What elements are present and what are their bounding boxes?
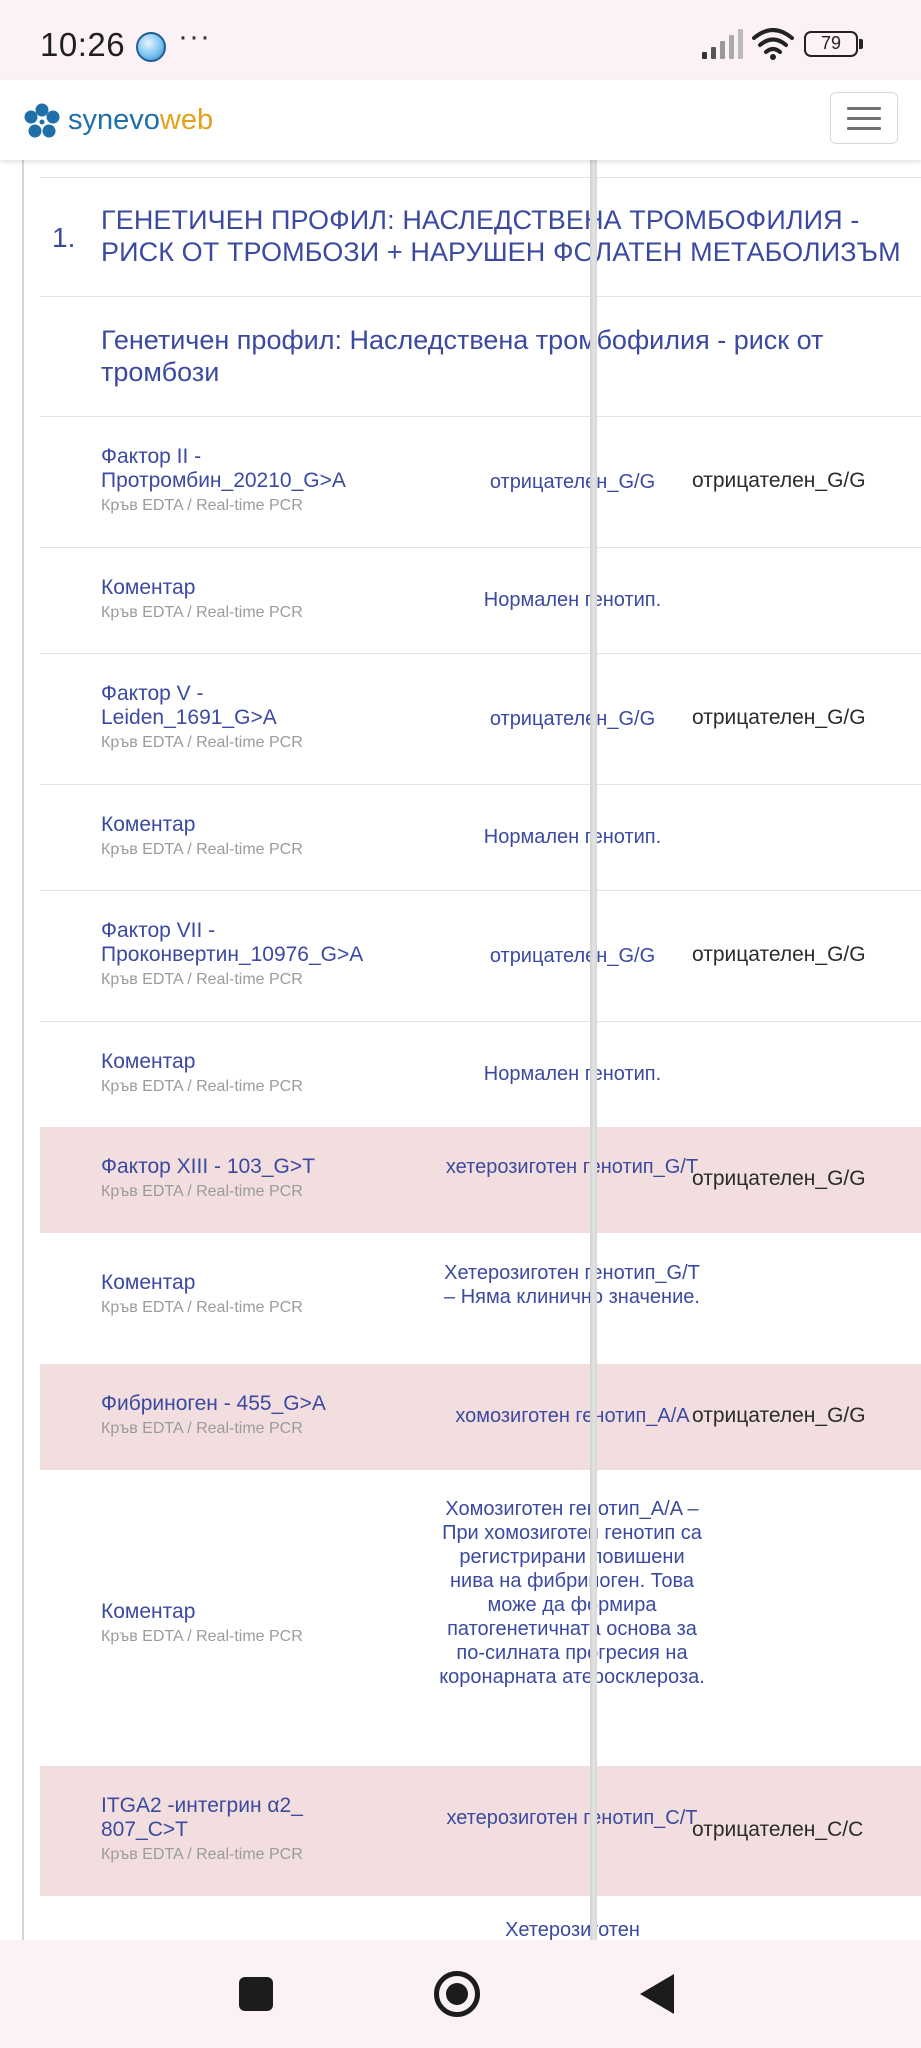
back-triangle-icon[interactable] (640, 1974, 674, 2014)
test-name[interactable]: Фактор XIII - 103_G>T (101, 1155, 381, 1179)
table-row: Фактор V - Leiden_1691_G>A Кръв EDTA / R… (40, 654, 921, 784)
hamburger-menu-icon-line (847, 117, 881, 120)
recents-square-icon[interactable] (239, 1977, 273, 2011)
divider (40, 177, 921, 178)
content-left-border (22, 160, 24, 1940)
test-sample-method: Кръв EDTA / Real-time PCR (101, 841, 303, 858)
test-name[interactable]: Фактор VII - Проконвертин_10976_G>A (101, 919, 381, 967)
test-sample-method: Кръв EDTA / Real-time PCR (101, 1078, 303, 1095)
status-bar: 10:26 ··· 79 (0, 0, 921, 80)
test-name[interactable]: Коментар (101, 1600, 381, 1624)
test-name[interactable]: Фибриноген - 455_G>A (101, 1392, 381, 1416)
test-name[interactable]: Коментар (101, 813, 381, 837)
test-sample-method: Кръв EDTA / Real-time PCR (101, 734, 303, 751)
table-row: Коментар Кръв EDTA / Real-time PCR Хомоз… (40, 1470, 921, 1766)
test-sample-method: Кръв EDTA / Real-time PCR (101, 1846, 303, 1863)
comment-text: Нормален генотип. (483, 1063, 662, 1085)
test-result: хетерозиготен генотип_C/T (446, 1807, 698, 1829)
test-result: хетерозиготен генотип_G/T (445, 1156, 699, 1178)
table-row: Фактор VII - Проконвертин_10976_G>A Кръв… (40, 891, 921, 1021)
divider (40, 296, 921, 297)
comment-text: Нормален генотип. (483, 589, 662, 611)
test-name[interactable]: Фактор II - Протромбин_20210_G>A (101, 445, 381, 493)
wifi-icon (752, 28, 794, 60)
reference-value: отрицателен_C/C (692, 1818, 864, 1841)
logo-text-synevo: synevo (68, 104, 160, 136)
reference-value: отрицателен_G/G (692, 469, 866, 492)
status-time: 10:26 (40, 26, 126, 63)
test-name[interactable]: Фактор V - Leiden_1691_G>A (101, 682, 381, 730)
test-name[interactable]: Коментар (101, 1271, 381, 1295)
comment-text: Хетерозиготен генотип_G/T – Няма клиничн… (444, 1262, 700, 1308)
home-circle-icon[interactable] (434, 1971, 480, 2017)
app-bubble-icon (136, 32, 166, 62)
test-sample-method: Кръв EDTA / Real-time PCR (101, 1299, 303, 1316)
comment-text: Нормален генотип. (483, 826, 662, 848)
table-row: Коментар Кръв EDTA / Real-time PCR Норма… (40, 785, 921, 890)
test-sample-method: Кръв EDTA / Real-time PCR (101, 1628, 303, 1645)
battery-icon: 79 (804, 31, 863, 57)
table-row: Коментар Кръв EDTA / Real-time PCR Хетер… (40, 1233, 921, 1364)
logo-text-web: web (159, 104, 214, 136)
site-logo[interactable]: synevoweb (68, 104, 213, 137)
table-row: Фактор II - Протромбин_20210_G>A Кръв ED… (40, 417, 921, 547)
hamburger-menu-icon-line (847, 127, 881, 130)
test-sample-method: Кръв EDTA / Real-time PCR (101, 1183, 303, 1200)
test-name[interactable]: Коментар (101, 1050, 381, 1074)
test-sample-method: Кръв EDTA / Real-time PCR (101, 971, 303, 988)
reference-value: отрицателен_G/G (692, 943, 866, 966)
site-header: synevoweb (0, 80, 921, 160)
test-name[interactable]: ITGA2 -интегрин α2_ 807_C>T (101, 1794, 341, 1842)
results-content[interactable]: 1. ГЕНЕТИЧЕН ПРОФИЛ: НАСЛЕДСТВЕНА ТРОМБО… (0, 160, 921, 1940)
column-separator (590, 160, 597, 1940)
table-row-abnormal: ITGA2 -интегрин α2_ 807_C>T Кръв EDTA / … (40, 1766, 921, 1896)
comment-text: Хетерозиготен (505, 1919, 640, 1940)
section-number: 1. (52, 222, 76, 253)
hamburger-menu-icon (847, 107, 881, 110)
reference-value: отрицателен_G/G (692, 706, 866, 729)
test-sample-method: Кръв EDTA / Real-time PCR (101, 1420, 303, 1437)
reference-value: отрицателен_G/G (692, 1404, 866, 1427)
synevo-flower-logo-icon (24, 103, 60, 138)
table-row: Коментар Кръв EDTA / Real-time PCR Норма… (40, 1022, 921, 1127)
section-title: ГЕНЕТИЧЕН ПРОФИЛ: НАСЛЕДСТВЕНА ТРОМБОФИЛ… (101, 205, 901, 267)
table-row-abnormal: Фибриноген - 455_G>A Кръв EDTA / Real-ti… (40, 1364, 921, 1470)
table-row-abnormal: Фактор XIII - 103_G>T Кръв EDTA / Real-t… (40, 1127, 921, 1233)
test-name[interactable]: Коментар (101, 576, 381, 600)
table-row: Хетерозиготен (40, 1896, 921, 1940)
subsection-title: Генетичен профил: Наследствена тромбофил… (101, 325, 824, 387)
comment-text: Хомозиготен генотип_A/A – При хомозиготе… (439, 1498, 705, 1688)
test-sample-method: Кръв EDTA / Real-time PCR (101, 497, 303, 514)
hamburger-menu-button[interactable] (830, 92, 898, 144)
table-row: Коментар Кръв EDTA / Real-time PCR Норма… (40, 548, 921, 653)
more-notifications-icon: ··· (178, 20, 211, 53)
reference-value: отрицателен_G/G (692, 1167, 866, 1190)
system-navigation-bar (0, 1940, 921, 2048)
signal-icon (702, 29, 743, 59)
test-sample-method: Кръв EDTA / Real-time PCR (101, 604, 303, 621)
